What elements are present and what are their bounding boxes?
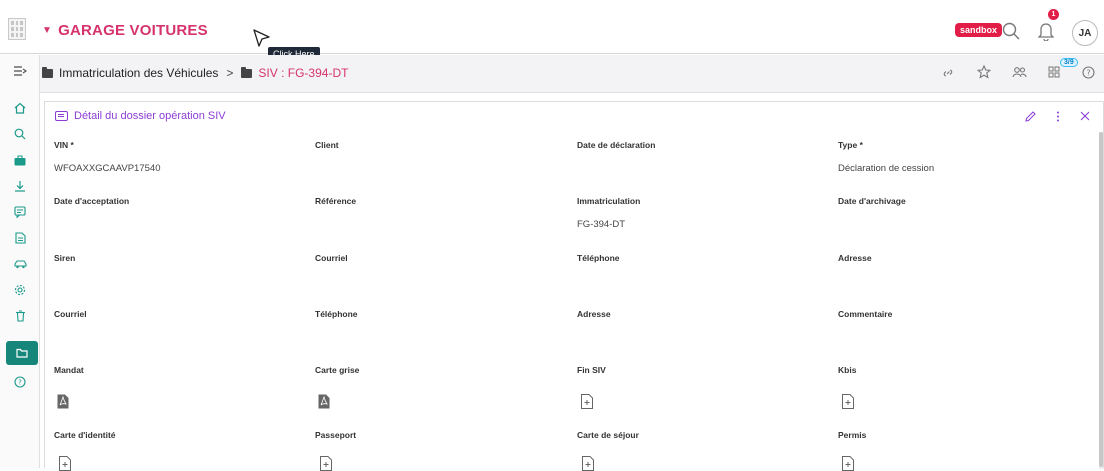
date-archivage-label: Date d'archivage <box>838 196 906 206</box>
mandat-label: Mandat <box>54 365 84 375</box>
type-value: Déclaration de cession <box>838 163 935 174</box>
scrollbar-thumb[interactable] <box>1099 132 1103 467</box>
immatriculation-value: FG-394-DT <box>577 219 626 230</box>
user-avatar[interactable]: JA <box>1072 20 1098 46</box>
client-label: Client <box>315 140 339 150</box>
breadcrumb: Immatriculation des Véhicules > SIV : FG… <box>42 66 348 80</box>
help-icon[interactable]: ? <box>1082 66 1095 79</box>
tasks-icon[interactable] <box>1048 66 1060 78</box>
fin-siv-label: Fin SIV <box>577 365 606 375</box>
breadcrumb-separator: > <box>226 66 234 80</box>
search-icon <box>14 128 26 140</box>
sidebar-item-messages[interactable] <box>8 203 32 221</box>
close-icon[interactable] <box>1080 111 1090 121</box>
link-icon[interactable] <box>942 67 954 79</box>
permis-label: Permis <box>838 430 867 440</box>
breadcrumb-bar: Immatriculation des Véhicules > SIV : FG… <box>40 55 1104 93</box>
environment-badge: sandbox <box>955 23 1003 37</box>
top-bar: ▼ GARAGE VOITURES Click Here sandbox 1 J… <box>0 0 1104 61</box>
breadcrumb-current: SIV : FG-394-DT <box>258 66 349 80</box>
immatriculation-label: Immatriculation <box>577 196 641 206</box>
document-icon <box>55 111 68 121</box>
briefcase-icon <box>14 155 26 165</box>
sidebar-item-search[interactable] <box>8 125 32 143</box>
sidebar-item-help[interactable]: ? <box>8 373 32 391</box>
passeport-label: Passeport <box>315 430 357 440</box>
pdf-file-icon[interactable] <box>57 394 69 409</box>
download-icon <box>15 181 25 192</box>
task-count-badge: 3/9 <box>1060 58 1078 67</box>
adresse-label: Adresse <box>577 309 611 319</box>
bell-icon[interactable] <box>1038 21 1054 41</box>
vin-value: WFOAXXGCAAVP17540 <box>54 163 161 174</box>
date-declaration-label: Date de déclaration <box>577 140 656 150</box>
more-vertical-icon[interactable] <box>1056 111 1060 122</box>
carte-grise-label: Carte grise <box>315 365 360 375</box>
type-label: Type * <box>838 140 863 150</box>
trash-icon <box>15 310 25 322</box>
company-name: GARAGE VOITURES <box>58 22 208 39</box>
svg-text:?: ? <box>18 379 22 387</box>
folder-icon <box>42 66 53 78</box>
star-icon[interactable] <box>977 65 991 79</box>
date-acceptation-label: Date d'acceptation <box>54 196 130 206</box>
add-file-icon[interactable] <box>59 456 71 471</box>
panel-header: Détail du dossier opération SIV <box>55 110 226 122</box>
car-icon <box>13 260 27 269</box>
sidebar-item-trash[interactable] <box>8 307 32 325</box>
caret-down-icon: ▼ <box>42 25 53 36</box>
sidebar-item-download[interactable] <box>8 177 32 195</box>
help-icon: ? <box>14 376 26 388</box>
folder-icon <box>241 66 253 78</box>
carte-sejour-label: Carte de séjour <box>577 430 639 440</box>
telephone-label: Téléphone <box>315 309 358 319</box>
folder-icon <box>16 348 28 358</box>
vin-label: VIN * <box>54 140 74 150</box>
users-icon[interactable] <box>1012 66 1027 78</box>
add-file-icon[interactable] <box>842 394 854 409</box>
search-icon[interactable] <box>1002 22 1020 40</box>
company-selector[interactable]: ▼ GARAGE VOITURES <box>42 22 208 39</box>
detail-panel: Détail du dossier opération SIV VIN * WF… <box>44 101 1104 471</box>
app-launcher-icon[interactable] <box>8 18 26 40</box>
commentaire-label: Commentaire <box>838 309 893 319</box>
sidebar-toggle-icon[interactable] <box>8 62 32 80</box>
sidebar-item-settings[interactable] <box>8 281 32 299</box>
sidebar-item-documents[interactable] <box>8 229 32 247</box>
kbis-label: Kbis <box>838 365 857 375</box>
sidebar: ? <box>0 55 40 468</box>
siren-label: Siren <box>54 253 76 263</box>
carte-identite-label: Carte d'identité <box>54 430 116 440</box>
add-file-icon[interactable] <box>842 456 854 471</box>
sidebar-item-folders[interactable] <box>6 341 38 365</box>
courriel-label: Courriel <box>315 253 348 263</box>
reference-label: Référence <box>315 196 357 206</box>
panel-title: Détail du dossier opération SIV <box>74 110 226 122</box>
add-file-icon[interactable] <box>320 456 332 471</box>
svg-text:?: ? <box>1086 68 1090 77</box>
courriel-label: Courriel <box>54 309 87 319</box>
edit-icon[interactable] <box>1025 111 1036 122</box>
sidebar-item-briefcase[interactable] <box>8 151 32 169</box>
sidebar-item-home[interactable] <box>8 99 32 117</box>
notification-count-badge: 1 <box>1048 9 1059 20</box>
home-icon <box>14 102 26 114</box>
pdf-file-icon[interactable] <box>318 394 330 409</box>
telephone-label: Téléphone <box>577 253 620 263</box>
gear-icon <box>14 284 26 296</box>
add-file-icon[interactable] <box>581 394 593 409</box>
message-icon <box>14 206 26 218</box>
adresse-label: Adresse <box>838 253 872 263</box>
breadcrumb-parent[interactable]: Immatriculation des Véhicules <box>59 66 218 80</box>
sidebar-item-vehicles[interactable] <box>8 255 32 273</box>
mouse-cursor-icon <box>253 29 270 47</box>
document-icon <box>14 232 26 244</box>
add-file-icon[interactable] <box>582 456 594 471</box>
